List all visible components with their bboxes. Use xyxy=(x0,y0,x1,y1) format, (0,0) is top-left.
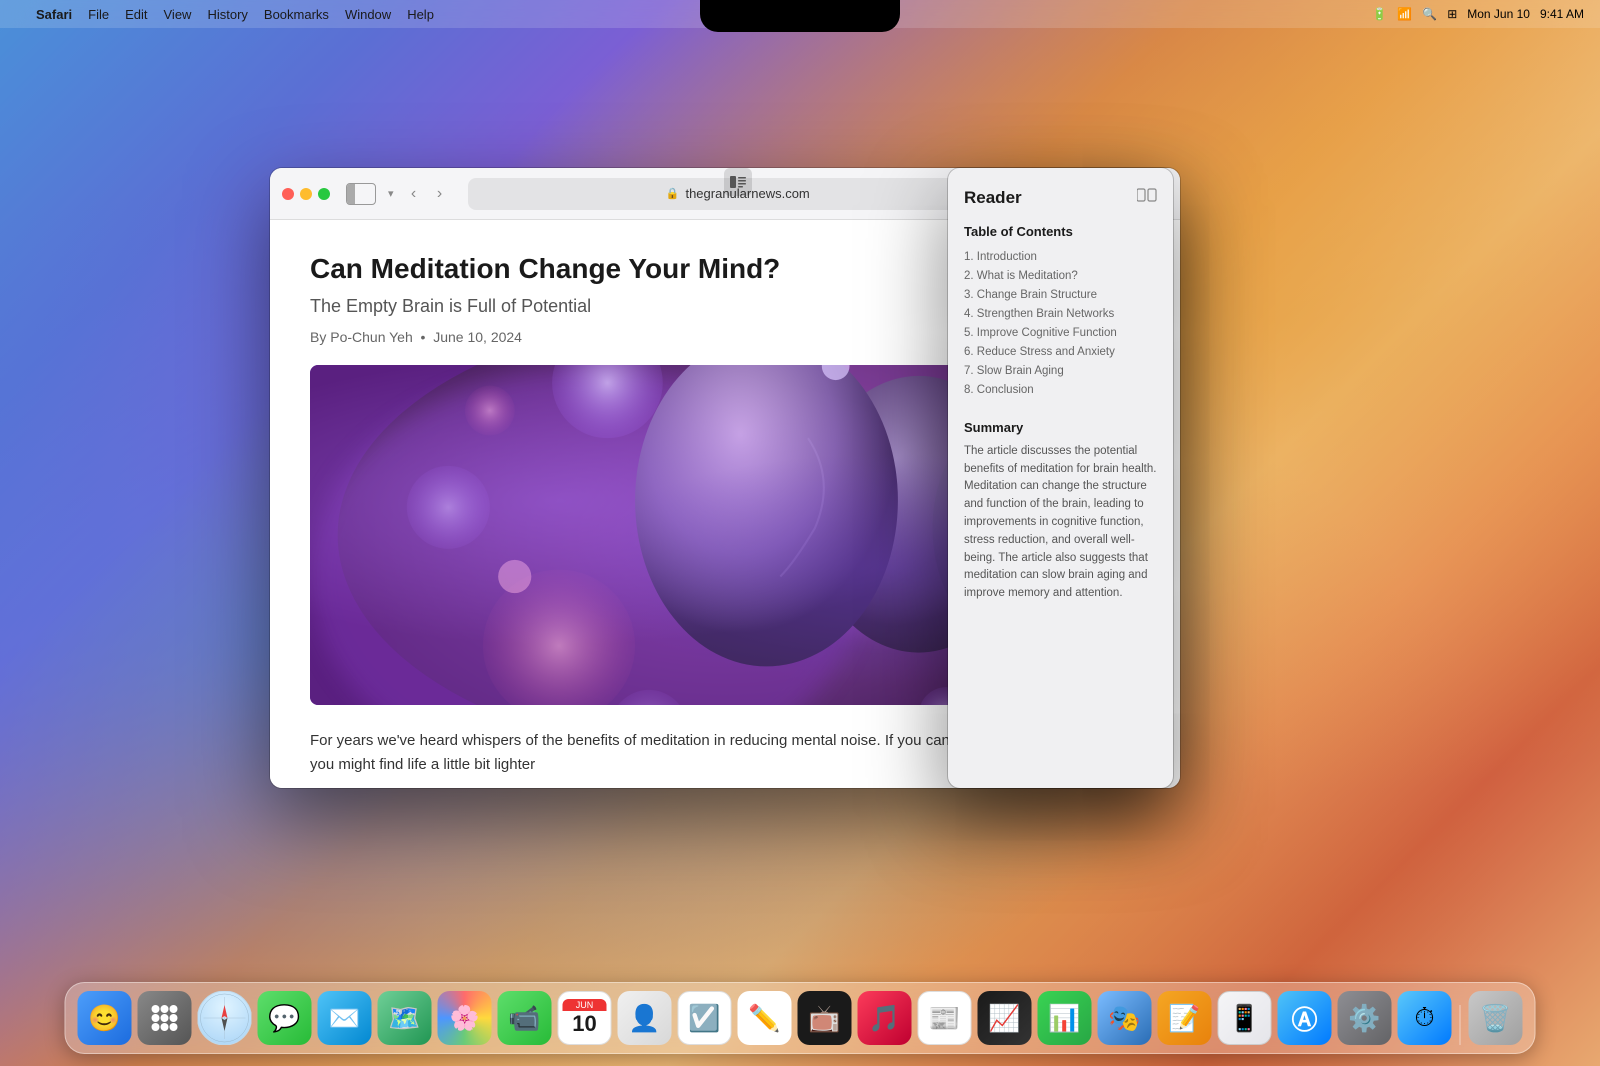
menubar-right: 🔋 📶 🔍 ⊞ Mon Jun 10 9:41 AM xyxy=(1372,7,1584,21)
toc-item-1[interactable]: 1. Introduction xyxy=(964,247,1157,266)
summary-title: Summary xyxy=(964,420,1157,435)
dock-numbers[interactable]: 📊 xyxy=(1038,991,1092,1045)
menubar-edit[interactable]: Edit xyxy=(125,7,147,22)
byline-date: June 10, 2024 xyxy=(433,329,522,345)
summary-text: The article discusses the potential bene… xyxy=(964,443,1157,603)
dock-music[interactable]: 🎵 xyxy=(858,991,912,1045)
dock-appstore[interactable]: Ⓐ xyxy=(1278,991,1332,1045)
dock-launchpad[interactable] xyxy=(138,991,192,1045)
traffic-lights xyxy=(282,188,330,200)
dock-maps[interactable]: 🗺️ xyxy=(378,991,432,1045)
menubar-window[interactable]: Window xyxy=(345,7,391,22)
dock-news[interactable]: 📰 xyxy=(918,991,972,1045)
toc-title: Table of Contents xyxy=(964,224,1157,239)
fullscreen-button[interactable] xyxy=(318,188,330,200)
dock-trash[interactable]: 🗑️ xyxy=(1469,991,1523,1045)
dock-mail[interactable]: ✉️ xyxy=(318,991,372,1045)
toc-item-6[interactable]: 6. Reduce Stress and Anxiety xyxy=(964,342,1157,361)
dock-freeform[interactable]: ✏️ xyxy=(738,991,792,1045)
minimize-button[interactable] xyxy=(300,188,312,200)
menubar-date: Mon Jun 10 xyxy=(1467,7,1530,21)
summary-section: Summary The article discusses the potent… xyxy=(964,420,1157,603)
control-center-icon[interactable]: ⊞ xyxy=(1447,7,1457,21)
chevron-down-icon[interactable]: ▾ xyxy=(388,187,394,200)
toc-item-7[interactable]: 7. Slow Brain Aging xyxy=(964,362,1157,381)
reader-mode-icon[interactable] xyxy=(724,168,752,196)
menubar-file[interactable]: File xyxy=(88,7,109,22)
dock-keynote[interactable]: 🎭 xyxy=(1098,991,1152,1045)
menubar-time: 9:41 AM xyxy=(1540,7,1584,21)
dock-stocks[interactable]: 📈 xyxy=(978,991,1032,1045)
wifi-icon: 📶 xyxy=(1397,7,1412,21)
dock-safari[interactable] xyxy=(198,991,252,1045)
toc-item-5[interactable]: 5. Improve Cognitive Function xyxy=(964,323,1157,342)
menubar-view[interactable]: View xyxy=(164,7,192,22)
dock-calendar[interactable]: JUN 10 xyxy=(558,991,612,1045)
svg-text:😊: 😊 xyxy=(88,1003,120,1033)
dock-pages[interactable]: 📝 xyxy=(1158,991,1212,1045)
battery-icon: 🔋 xyxy=(1372,7,1387,21)
table-of-contents: 1. Introduction 2. What is Meditation? 3… xyxy=(964,247,1157,400)
search-icon[interactable]: 🔍 xyxy=(1422,7,1437,21)
menubar-help[interactable]: Help xyxy=(407,7,434,22)
menubar-app-name[interactable]: Safari xyxy=(36,7,72,22)
reader-panel-title: Reader xyxy=(964,188,1157,208)
dock-photos[interactable]: 🌸 xyxy=(438,991,492,1045)
toc-item-3[interactable]: 3. Change Brain Structure xyxy=(964,285,1157,304)
dock: 😊 xyxy=(65,982,1536,1054)
toc-item-2[interactable]: 2. What is Meditation? xyxy=(964,266,1157,285)
dock-screen-time[interactable]: ⏱ xyxy=(1398,991,1452,1045)
menubar-bookmarks[interactable]: Bookmarks xyxy=(264,7,329,22)
dock-system-settings[interactable]: ⚙️ xyxy=(1338,991,1392,1045)
byline-author: By Po-Chun Yeh xyxy=(310,329,413,345)
menubar-left: Safari File Edit View History Bookmarks … xyxy=(16,7,434,22)
close-button[interactable] xyxy=(282,188,294,200)
back-button[interactable]: ‹ xyxy=(402,182,426,206)
toc-item-8[interactable]: 8. Conclusion xyxy=(964,381,1157,400)
sidebar-toggle-button[interactable] xyxy=(346,183,376,205)
toc-item-4[interactable]: 4. Strengthen Brain Networks xyxy=(964,304,1157,323)
dock-appletv[interactable]: 📺 xyxy=(798,991,852,1045)
nav-buttons: ‹ › xyxy=(402,182,452,206)
dock-finder[interactable]: 😊 xyxy=(78,991,132,1045)
notch xyxy=(700,0,900,32)
dock-reminders[interactable]: ☑️ xyxy=(678,991,732,1045)
dock-contacts[interactable]: 👤 xyxy=(618,991,672,1045)
dock-facetime[interactable]: 📹 xyxy=(498,991,552,1045)
dock-separator xyxy=(1460,1005,1461,1045)
reader-layout-icon[interactable] xyxy=(1137,188,1157,205)
menubar-history[interactable]: History xyxy=(207,7,247,22)
reader-panel: Reader Table of Contents 1. Introduction… xyxy=(948,168,1173,788)
dock-iphone-mirroring[interactable]: 📱 xyxy=(1218,991,1272,1045)
forward-button[interactable]: › xyxy=(428,182,452,206)
lock-icon: 🔒 xyxy=(666,187,680,200)
dock-messages[interactable]: 💬 xyxy=(258,991,312,1045)
